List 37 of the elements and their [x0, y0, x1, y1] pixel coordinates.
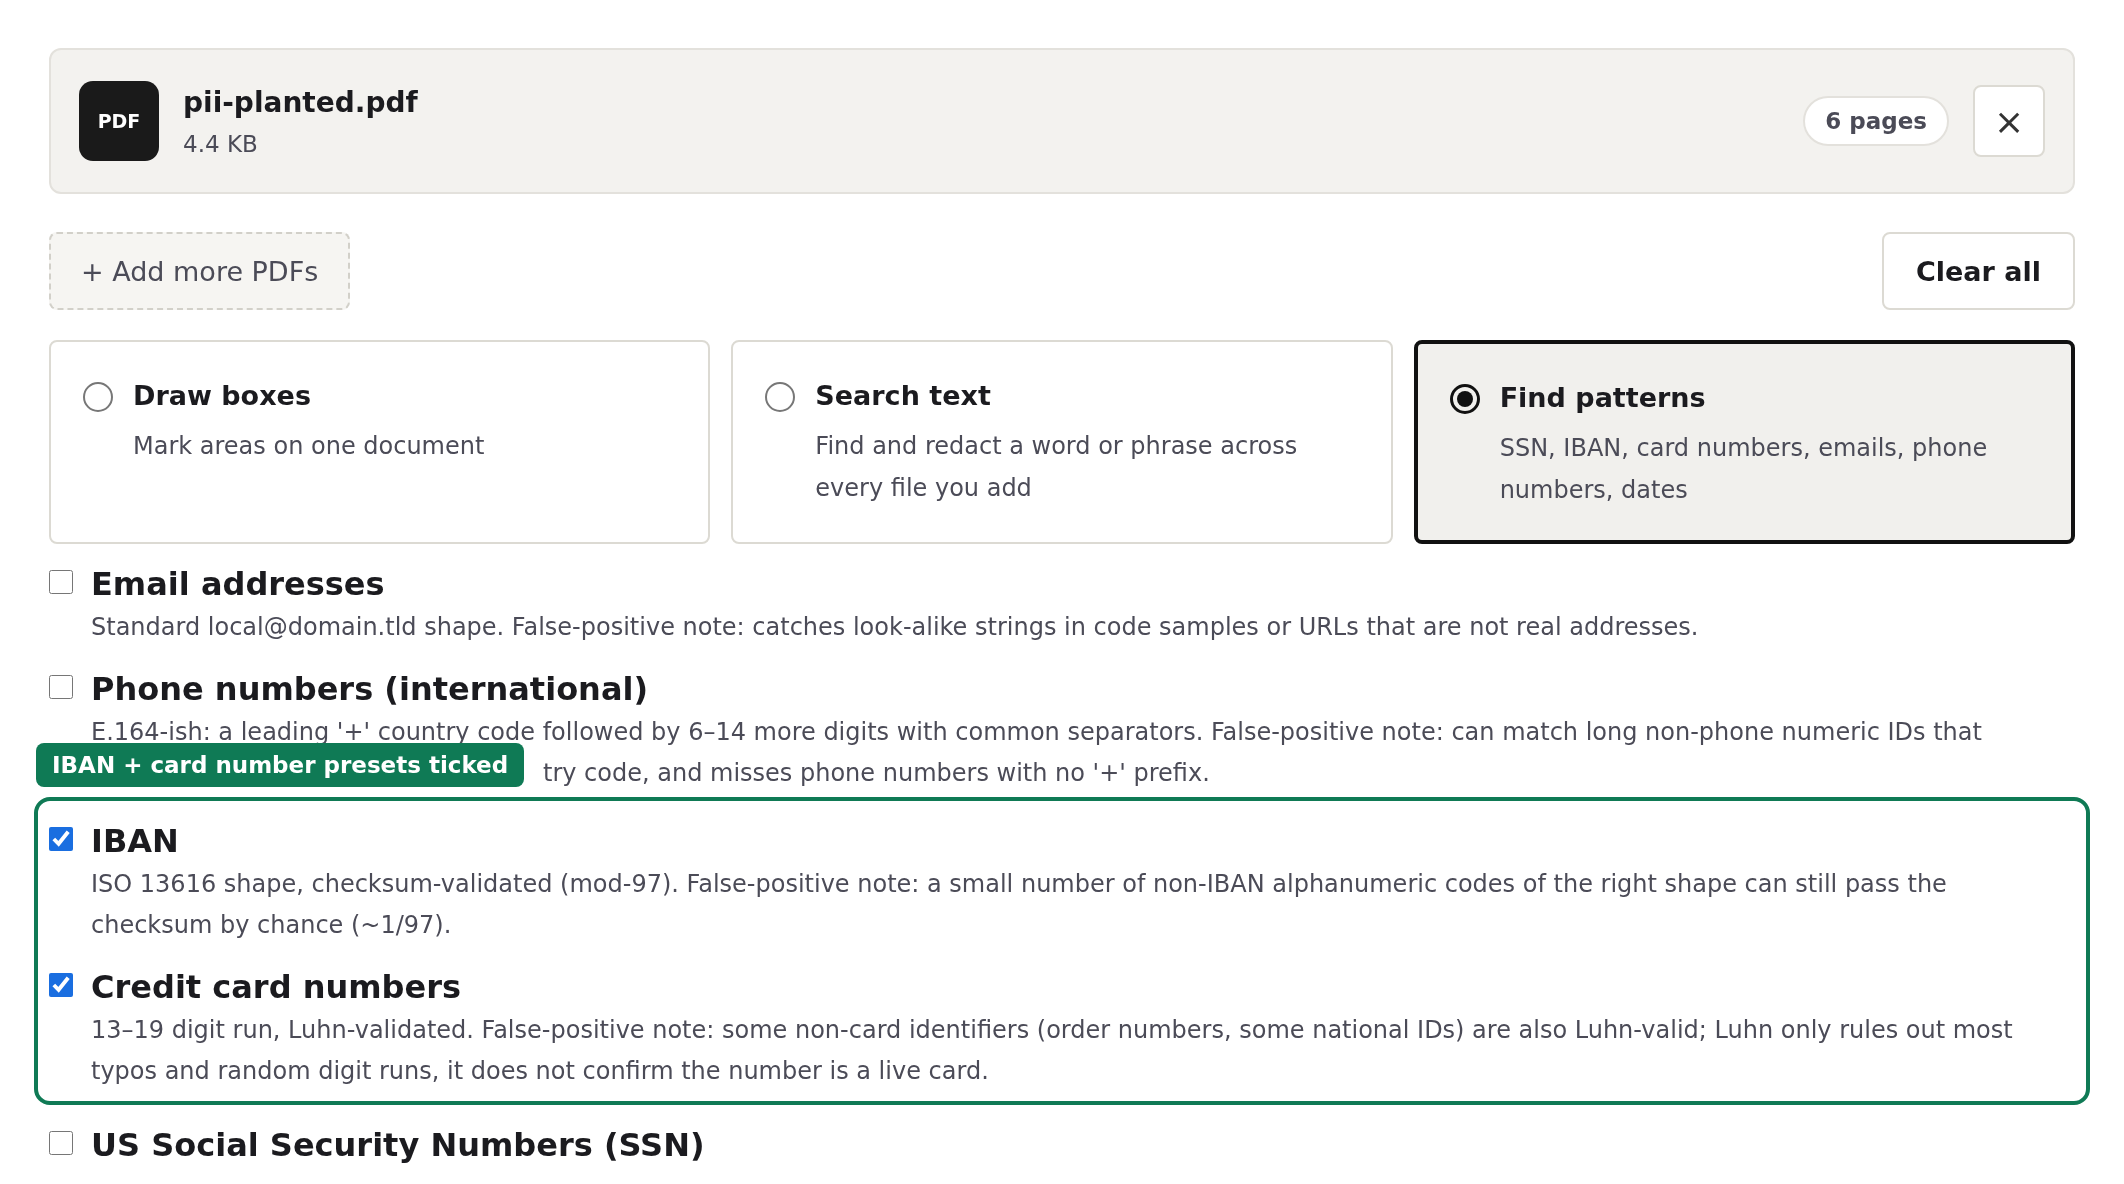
mode-description: Find and redact a word or phrase across every file you add — [815, 431, 1299, 504]
mode-title: Draw boxes — [133, 380, 312, 411]
pattern-description: Standard local@domain.tld shape. False-positive note: catches look-alike strings in code samples or URLs that are not real addresses. — [91, 613, 1699, 641]
radio-button[interactable] — [83, 382, 113, 412]
highlight-badge: IBAN + card number presets ticked — [36, 743, 525, 787]
checkbox[interactable] — [49, 675, 73, 699]
remove-button[interactable]: × — [1973, 85, 2045, 157]
checkbox[interactable] — [49, 570, 73, 594]
pattern-description: checksum by chance (~1/97). — [91, 911, 452, 939]
pattern-description: 13–19 digit run, Luhn-validated. False-positive note: some non-card identifiers (order numbers, some national IDs) are also Luhn-valid; Luhn only rules out most — [91, 1016, 2013, 1044]
pattern-description: typos and random digit runs, it does not confirm the number is a live card. — [91, 1057, 989, 1085]
pattern-title: Email addresses — [91, 564, 386, 605]
add-pdfs-button[interactable]: + Add more PDFs — [49, 232, 351, 310]
mode-description: Mark areas on one document — [133, 431, 485, 462]
file-name: pii-planted.pdf — [183, 85, 419, 119]
mode-option[interactable]: Find patterns SSN, IBAN, card numbers, emails, phone numbers, dates — [1413, 340, 2075, 544]
mode-option[interactable]: Search text Find and redact a word or phrase across every file you add — [731, 340, 1393, 544]
pattern-title: Credit card numbers — [91, 967, 462, 1008]
mode-option[interactable]: Draw boxes Mark areas on one document — [49, 340, 711, 544]
checkbox[interactable] — [49, 973, 73, 997]
pattern-title: Phone numbers (international) — [91, 669, 650, 710]
pattern-title: IBAN — [91, 821, 180, 862]
clear-all-button[interactable]: Clear all — [1881, 232, 2075, 310]
mode-description: SSN, IBAN, card numbers, emails, phone numbers, dates — [1499, 433, 1989, 506]
radio-button[interactable] — [1449, 384, 1480, 414]
mode-title: Search text — [815, 380, 992, 411]
pattern-description: ISO 13616 shape, checksum-validated (mod-97). False-positive note: a small number of non-IBAN alphanumeric codes of the right shape can still pass the — [91, 870, 1947, 898]
radio-button[interactable] — [765, 382, 796, 412]
checkbox[interactable] — [49, 1131, 73, 1155]
pattern-title: US Social Security Numbers (SSN) — [91, 1125, 705, 1166]
pdf-icon: PDF — [79, 81, 159, 161]
file-size: 4.4 KB — [183, 130, 259, 157]
checkbox[interactable] — [49, 827, 73, 851]
pattern-description: try code, and misses phone numbers with no '+' prefix. — [543, 759, 1210, 787]
pattern-description: E.164-ish: a leading '+' country code followed by 6–14 more digits with common separators. False-positive note: can match long non-phone numeric IDs that — [91, 718, 1982, 746]
page-count: 6 pages — [1803, 96, 1949, 146]
mode-title: Find patterns — [1499, 382, 1707, 413]
